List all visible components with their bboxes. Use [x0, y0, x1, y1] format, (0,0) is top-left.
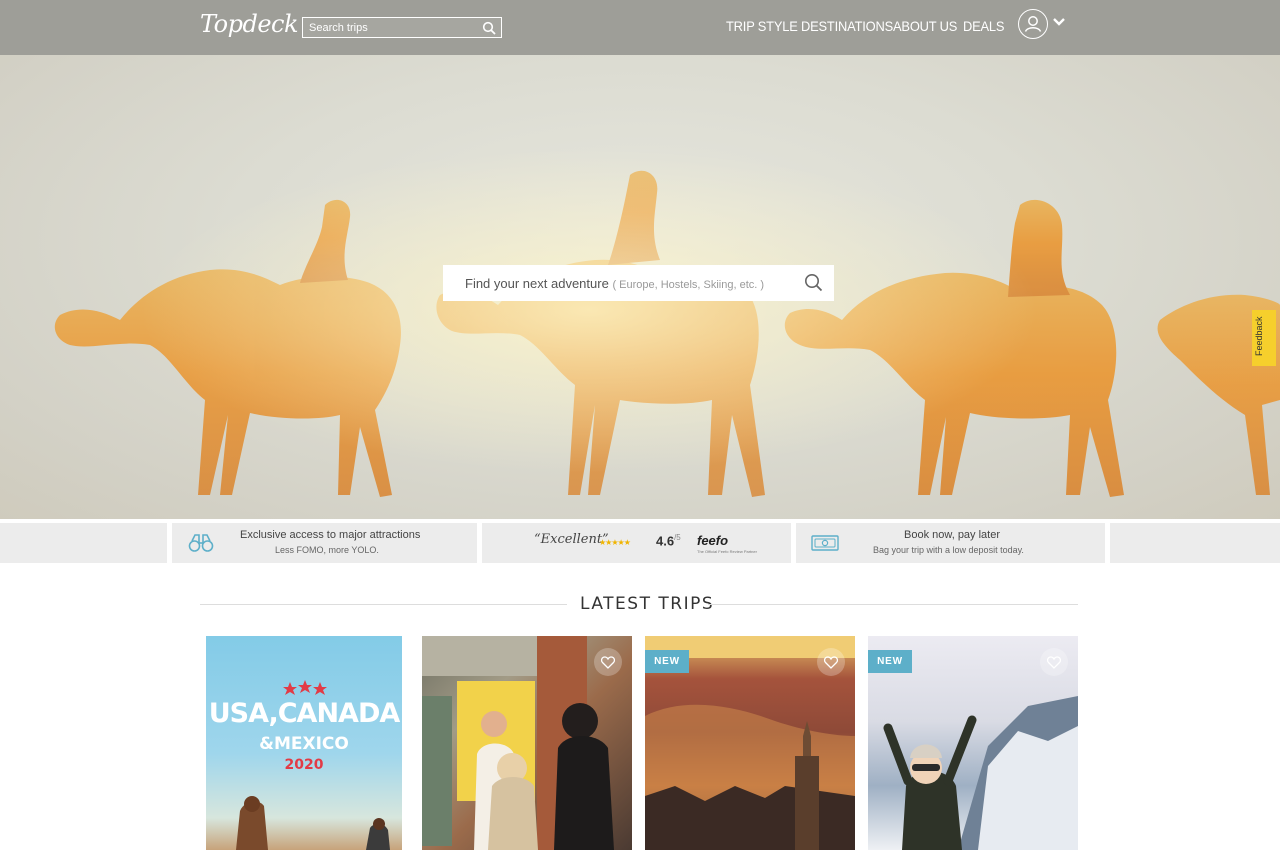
site-header: Topdeck TRIP STYLE DESTINATIONS ABOUT US… [0, 0, 1280, 55]
page: Topdeck TRIP STYLE DESTINATIONS ABOUT US… [0, 0, 1280, 850]
heart-icon [601, 656, 615, 669]
search-icon[interactable] [804, 273, 823, 292]
feefo-tagline: The Official Feefo Review Partner [697, 549, 757, 554]
trip-card[interactable]: NEW [645, 636, 855, 850]
heart-icon [1047, 656, 1061, 669]
nav-trip-style[interactable]: TRIP STYLE [726, 18, 798, 34]
search-icon[interactable] [482, 21, 496, 35]
nav-deals[interactable]: DEALS [963, 18, 1005, 34]
header-search [302, 17, 502, 38]
heading-divider-right [708, 604, 1078, 605]
trip-card[interactable]: USA,CANADA &MEXICO 2020 [206, 636, 402, 850]
usp-deposit-sub: Bag your trip with a low deposit today. [873, 545, 1024, 555]
section-title: LATEST TRIPS [580, 594, 715, 614]
feedback-label: Feedback [1254, 316, 1264, 356]
topdeck-logo[interactable]: Topdeck [200, 10, 299, 44]
trip-card[interactable] [422, 636, 632, 850]
feedback-tab[interactable]: Feedback [1252, 310, 1276, 366]
usp-attractions: Exclusive access to major attractions Le… [172, 523, 477, 563]
usp-deposit: Book now, pay later Bag your trip with a… [796, 523, 1105, 563]
latest-trips-heading: LATEST TRIPS [200, 590, 1078, 620]
nav-destinations[interactable]: DESTINATIONS [801, 18, 893, 34]
nav-about-us[interactable]: ABOUT US [893, 18, 957, 34]
usp-filler-left [0, 523, 167, 563]
rating-quote: “Excellent” [534, 532, 609, 547]
favorite-button[interactable] [1040, 648, 1068, 676]
logo-text: Topdeck [200, 10, 299, 38]
chevron-down-icon[interactable] [1052, 17, 1066, 27]
favorite-button[interactable] [817, 648, 845, 676]
hero-search-prompt: Find your next adventure ( Europe, Hoste… [465, 276, 765, 291]
rating-stars: ★★★★★ [599, 538, 631, 547]
poster-title: USA,CANADA [208, 698, 401, 729]
new-badge: NEW [868, 650, 912, 673]
binoculars-icon [188, 534, 214, 552]
poster-year: 2020 [284, 757, 324, 773]
poster-subtitle: &MEXICO [259, 734, 349, 754]
user-icon [1024, 16, 1042, 32]
rating-score: 4.6/5 [656, 533, 681, 549]
usp-filler-right [1110, 523, 1280, 563]
hero-search-box[interactable]: Find your next adventure ( Europe, Hoste… [443, 265, 834, 301]
usp-rating: “Excellent” ★★★★★ 4.6/5 feefo The Offici… [482, 523, 791, 563]
new-badge: NEW [645, 650, 689, 673]
account-icon[interactable] [1018, 9, 1048, 39]
usp-deposit-title: Book now, pay later [904, 529, 1001, 541]
trip-card[interactable]: NEW [868, 636, 1078, 850]
hero-search-hint: ( Europe, Hostels, Skiing, etc. ) [612, 279, 765, 291]
heart-icon [824, 656, 838, 669]
feefo-logo[interactable]: feefo [697, 533, 728, 548]
cash-icon [811, 535, 839, 551]
usp-attractions-title: Exclusive access to major attractions [240, 529, 421, 541]
hero-banner: Find your next adventure ( Europe, Hoste… [0, 55, 1280, 519]
header-search-input[interactable] [303, 18, 473, 38]
heading-divider-left [200, 604, 567, 605]
usp-attractions-sub: Less FOMO, more YOLO. [275, 545, 379, 555]
favorite-button[interactable] [594, 648, 622, 676]
usp-band: Exclusive access to major attractions Le… [0, 519, 1280, 565]
